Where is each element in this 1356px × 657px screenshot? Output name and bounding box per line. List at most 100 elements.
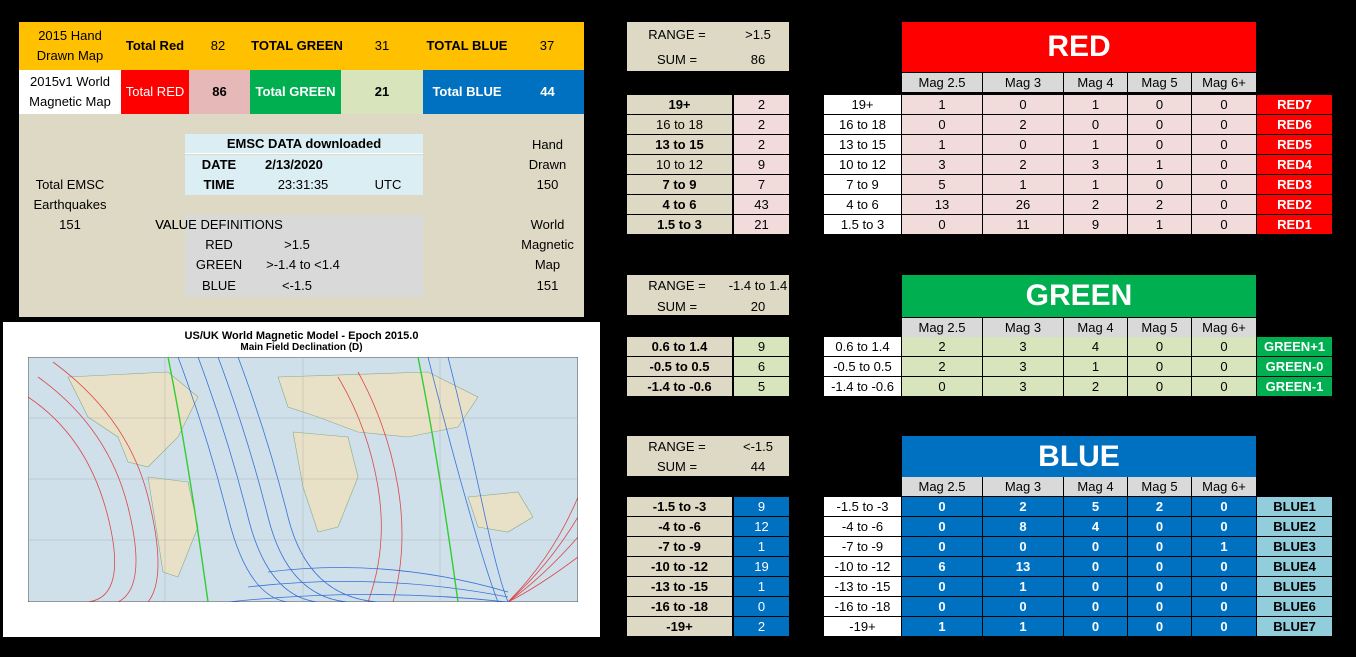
blue-header-3: Mag 5 — [1128, 477, 1191, 496]
total-green-value: 31 — [374, 38, 390, 53]
right-wmm-value: 151 — [536, 278, 559, 293]
red-range-6: 1.5 to 3 — [627, 215, 732, 234]
blue-tag-2: BLUE3 — [1257, 537, 1332, 556]
blue-mag-range-3: -10 to -12 — [824, 557, 901, 576]
green-mag-2-2: 2 — [1064, 377, 1127, 396]
blue-total-5: 0 — [734, 597, 789, 616]
right-hand-value: 150 — [536, 177, 559, 192]
blue-mag-4-0: 0 — [902, 577, 982, 596]
blue-mag-2-2: 0 — [1064, 537, 1127, 556]
red-tag-3: RED4 — [1257, 155, 1332, 174]
blue-range-2: -7 to -9 — [627, 537, 732, 556]
blue-mag-range-0: -1.5 to -3 — [824, 497, 901, 516]
red-range-value: >1.5 — [745, 27, 771, 42]
time-value: 23:31:35 — [253, 175, 353, 195]
date-label: DATE — [185, 155, 253, 175]
blue-mag-1-4: 0 — [1192, 517, 1256, 536]
hand-drawn-label: 2015 Hand Drawn Map — [36, 28, 104, 63]
green-header-4: Mag 6+ — [1192, 318, 1256, 337]
blue-mag-4-4: 0 — [1192, 577, 1256, 596]
blue-tag-4: BLUE5 — [1257, 577, 1332, 596]
summary-panel: 2015 Hand Drawn Map Total Red 82 TOTAL G… — [19, 22, 584, 317]
def-green-value: >-1.4 to <1.4 — [266, 257, 340, 272]
red-mag-range-1: 16 to 18 — [824, 115, 901, 134]
blue-mag-2-3: 0 — [1128, 537, 1191, 556]
map-graphic — [28, 357, 578, 602]
red-total-2: 2 — [734, 135, 789, 154]
blue-range-4: -13 to -15 — [627, 577, 732, 596]
blue-mag-4-1: 1 — [983, 577, 1063, 596]
blue-mag-5-0: 0 — [902, 597, 982, 616]
red-range-3: 10 to 12 — [627, 155, 732, 174]
red-total-3: 9 — [734, 155, 789, 174]
red-mag-3-0: 3 — [902, 155, 982, 174]
wmm-blue-value: 44 — [511, 70, 584, 114]
red-mag-3-2: 3 — [1064, 155, 1127, 174]
blue-mag-0-1: 2 — [983, 497, 1063, 516]
blue-tag-3: BLUE4 — [1257, 557, 1332, 576]
blue-header-4: Mag 6+ — [1192, 477, 1256, 496]
green-mag-0-2: 4 — [1064, 337, 1127, 356]
blue-mag-1-2: 4 — [1064, 517, 1127, 536]
red-tag-0: RED7 — [1257, 95, 1332, 114]
green-header-row: Mag 2.5 Mag 3 Mag 4 Mag 5 Mag 6+ — [902, 318, 1256, 337]
green-range-1: -0.5 to 0.5 — [627, 357, 732, 376]
blue-mag-2-1: 0 — [983, 537, 1063, 556]
red-range-5: 4 to 6 — [627, 195, 732, 214]
red-range-0: 19+ — [627, 95, 732, 114]
green-mag-0-3: 0 — [1128, 337, 1191, 356]
red-mag-3-3: 1 — [1128, 155, 1191, 174]
wmm-blue-label: Total BLUE — [423, 70, 511, 114]
green-mag-1-4: 0 — [1192, 357, 1256, 376]
green-mag-range-2: -1.4 to -0.6 — [824, 377, 901, 396]
green-mag-1-0: 2 — [902, 357, 982, 376]
red-mag-0-3: 0 — [1128, 95, 1191, 114]
blue-title: BLUE — [902, 436, 1256, 477]
total-emsc-line2: Earthquakes — [33, 197, 107, 212]
right-map: Map — [534, 257, 561, 272]
blue-mag-6-0: 1 — [902, 617, 982, 636]
blue-range-value: <-1.5 — [743, 439, 773, 454]
blue-mag-6-2: 0 — [1064, 617, 1127, 636]
blue-header-0: Mag 2.5 — [902, 477, 982, 496]
wmm-label: 2015v1 World Magnetic Map — [19, 70, 121, 114]
blue-total-0: 9 — [734, 497, 789, 516]
red-header-0: Mag 2.5 — [902, 73, 982, 92]
green-sum-value: 20 — [750, 299, 766, 314]
red-range-1: 16 to 18 — [627, 115, 732, 134]
blue-mag-4-2: 0 — [1064, 577, 1127, 596]
red-mag-5-2: 2 — [1064, 195, 1127, 214]
blue-range-5: -16 to -18 — [627, 597, 732, 616]
red-mag-3-1: 2 — [983, 155, 1063, 174]
red-mag-6-2: 9 — [1064, 215, 1127, 234]
blue-mag-3-1: 13 — [983, 557, 1063, 576]
red-total-6: 21 — [734, 215, 789, 234]
blue-mag-3-3: 0 — [1128, 557, 1191, 576]
right-world: World — [530, 217, 565, 232]
green-mag-2-0: 0 — [902, 377, 982, 396]
red-mag-range-3: 10 to 12 — [824, 155, 901, 174]
red-total-4: 7 — [734, 175, 789, 194]
blue-range-0: -1.5 to -3 — [627, 497, 732, 516]
wmm-red-label: Total RED — [121, 70, 189, 114]
red-tag-2: RED5 — [1257, 135, 1332, 154]
green-header-3: Mag 5 — [1128, 318, 1191, 337]
green-mag-0-1: 3 — [983, 337, 1063, 356]
right-drawn: Drawn — [528, 157, 567, 172]
green-tag-1: GREEN-0 — [1257, 357, 1332, 376]
red-mag-0-0: 1 — [902, 95, 982, 114]
blue-mag-range-2: -7 to -9 — [824, 537, 901, 556]
red-mag-0-1: 0 — [983, 95, 1063, 114]
blue-mag-6-4: 0 — [1192, 617, 1256, 636]
green-mag-range-1: -0.5 to 0.5 — [824, 357, 901, 376]
total-blue-value: 37 — [539, 38, 555, 53]
blue-tag-6: BLUE7 — [1257, 617, 1332, 636]
green-range-2: -1.4 to -0.6 — [627, 377, 732, 396]
red-mag-4-1: 1 — [983, 175, 1063, 194]
blue-mag-range-6: -19+ — [824, 617, 901, 636]
green-mag-2-4: 0 — [1192, 377, 1256, 396]
blue-range-label: RANGE = — [648, 439, 706, 454]
total-red-value: 82 — [210, 38, 226, 53]
blue-mag-0-0: 0 — [902, 497, 982, 516]
green-header-0: Mag 2.5 — [902, 318, 982, 337]
